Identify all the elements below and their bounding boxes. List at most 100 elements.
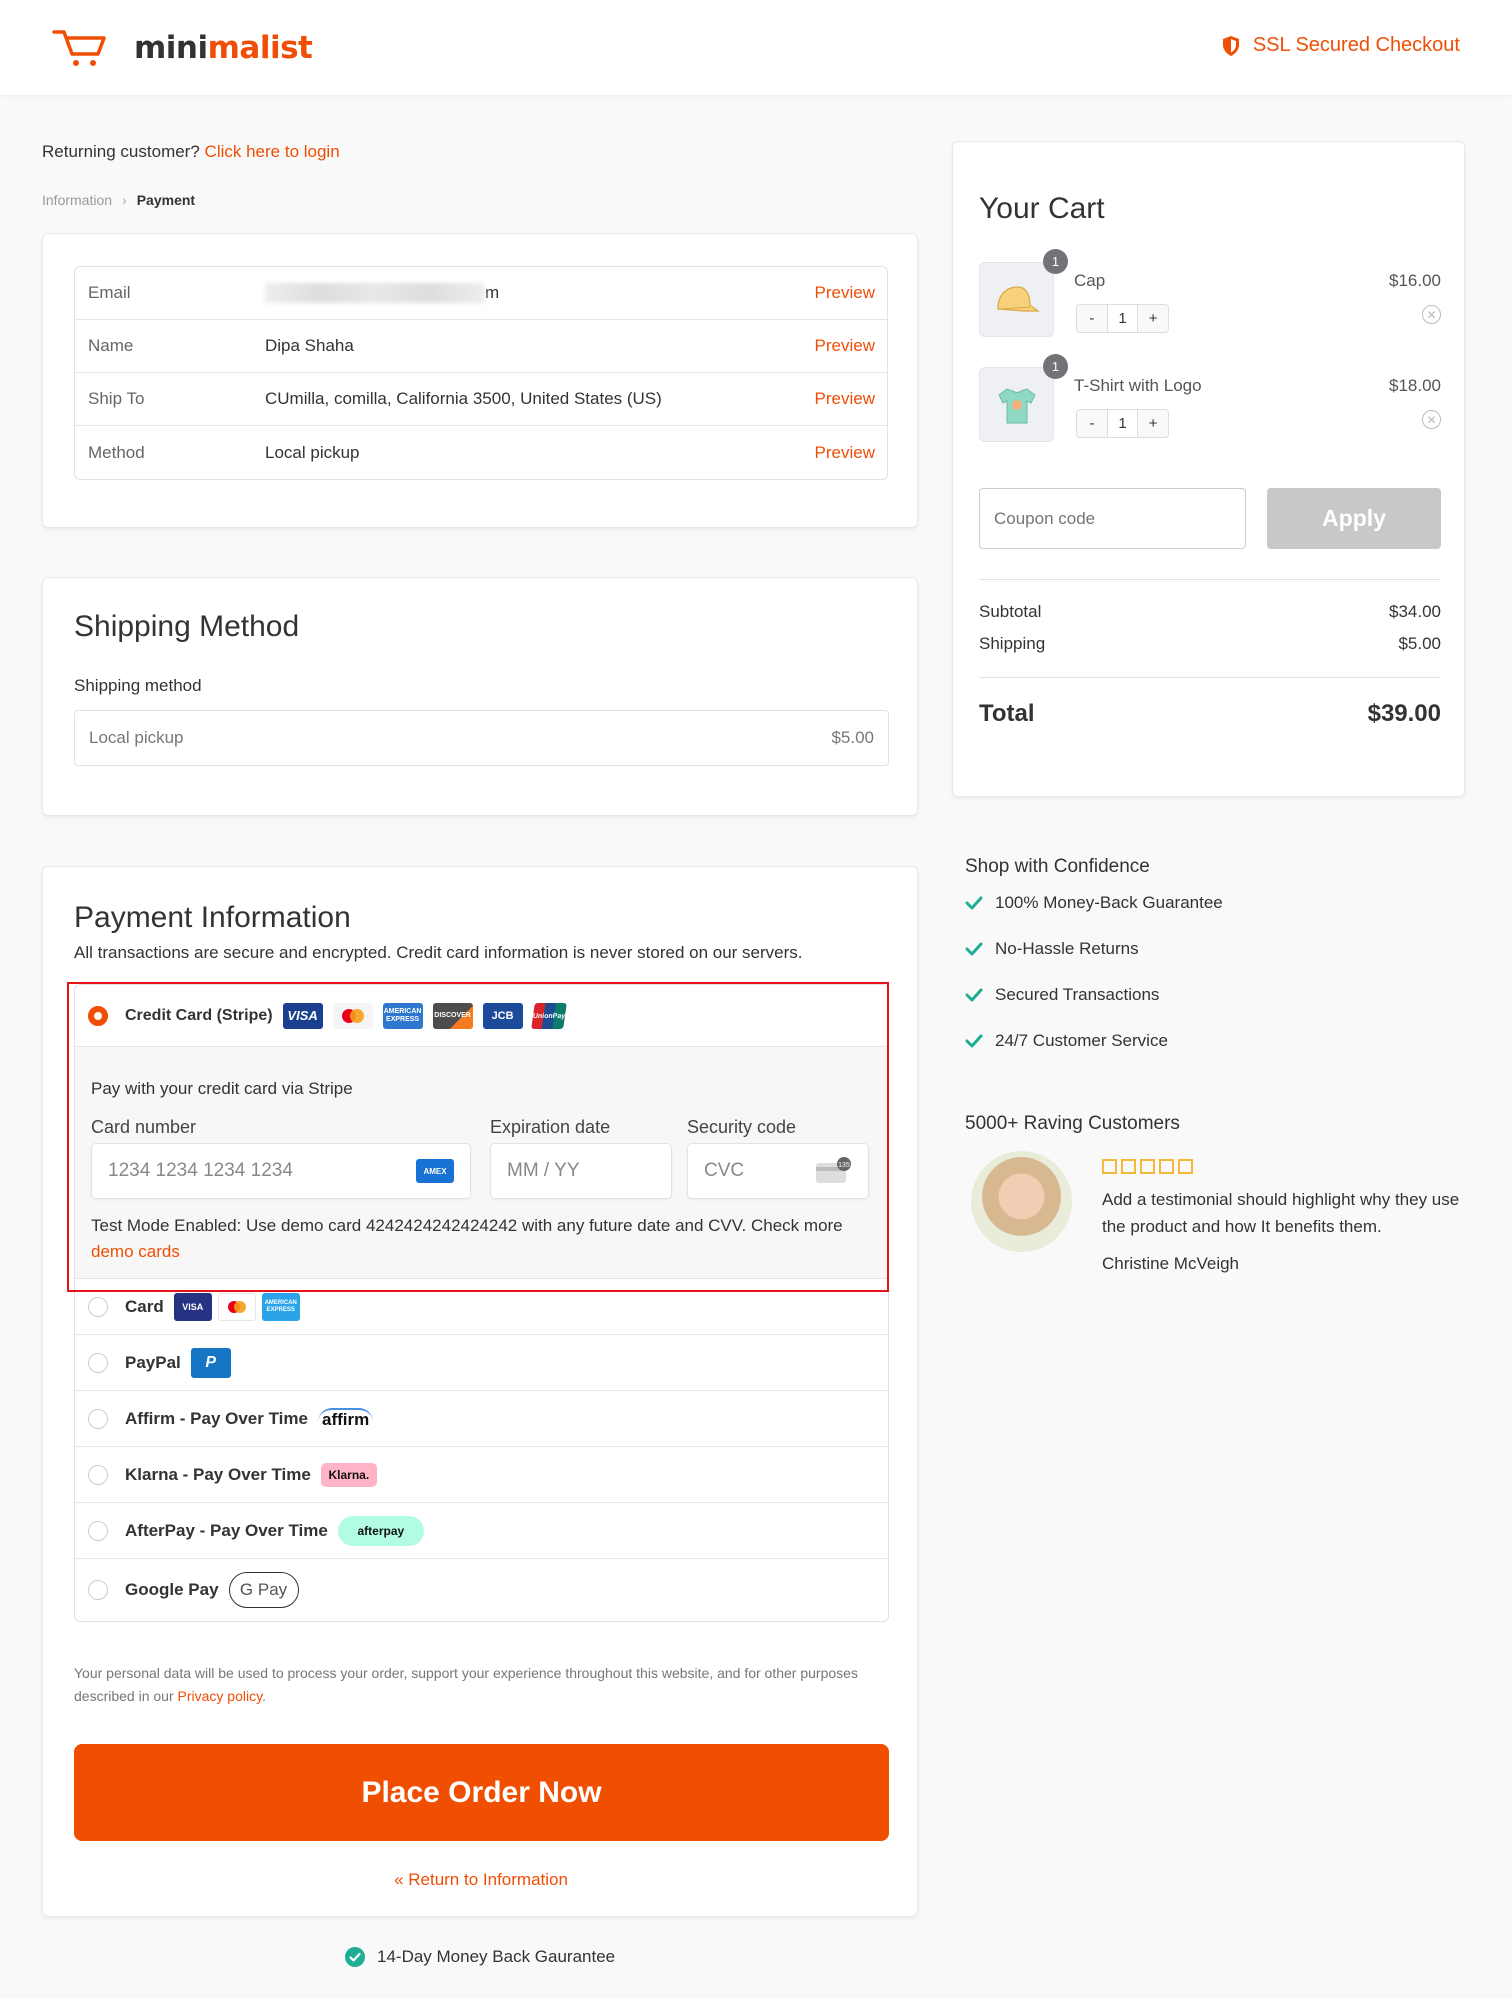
cart-item: 1 Cap $16.00 - 1 + ✕ [979, 249, 1441, 338]
confidence-item: 24/7 Customer Service [965, 1031, 1168, 1051]
confidence-text: Secured Transactions [995, 985, 1160, 1004]
shipping-method-card: Shipping Method Shipping method Local pi… [42, 577, 918, 816]
item-name: Cap [1074, 271, 1106, 290]
confidence-item: 100% Money-Back Guarantee [965, 893, 1223, 913]
check-icon [965, 942, 983, 956]
visa-icon: VISA [173, 1292, 212, 1321]
preview-name-link[interactable]: Preview [815, 336, 875, 356]
return-to-information-link[interactable]: « Return to Information [43, 1870, 919, 1890]
star-icon [1102, 1159, 1117, 1174]
info-value: Dipa Shaha [265, 336, 354, 355]
breadcrumb: Information › Payment [42, 192, 195, 208]
payment-methods: Credit Card (Stripe) VISA AMERICAN EXPRES… [74, 984, 889, 1622]
confidence-text: 24/7 Customer Service [995, 1031, 1168, 1050]
klarna-logo-icon: Klarna. [320, 1462, 377, 1487]
privacy-policy-link[interactable]: Privacy policy [178, 1688, 263, 1704]
method-label: Affirm - Pay Over Time [125, 1408, 308, 1428]
affirm-radio[interactable] [88, 1408, 108, 1429]
subtotal-value: $34.00 [1389, 602, 1441, 621]
quantity-value[interactable]: 1 [1106, 305, 1139, 332]
paypal-radio[interactable] [88, 1352, 108, 1373]
increase-button[interactable]: + [1138, 410, 1168, 437]
mastercard-icon [332, 1002, 373, 1029]
increase-button[interactable]: + [1138, 305, 1168, 332]
method-label: Klarna - Pay Over Time [125, 1464, 311, 1484]
logo[interactable]: minimalist [52, 28, 313, 68]
decrease-button[interactable]: - [1077, 410, 1107, 437]
expiry-placeholder: MM / YY [507, 1160, 580, 1181]
preview-ship-to-link[interactable]: Preview [815, 389, 875, 409]
method-affirm[interactable]: Affirm - Pay Over Time affirm [75, 1391, 888, 1447]
cvc-input[interactable]: CVC 135 [687, 1143, 869, 1199]
method-google-pay[interactable]: Google Pay G Pay [75, 1559, 888, 1621]
check-icon [965, 896, 983, 910]
cvc-placeholder: CVC [704, 1160, 745, 1181]
method-klarna[interactable]: Klarna - Pay Over Time Klarna. [75, 1447, 888, 1503]
method-label: Card [125, 1296, 164, 1316]
preview-method-link[interactable]: Preview [815, 443, 875, 463]
brand-name: minimalist [134, 30, 313, 66]
info-value: CUmilla, comilla, California 3500, Unite… [265, 389, 662, 408]
preview-email-link[interactable]: Preview [815, 283, 875, 303]
shipping-method-label: Shipping method [74, 676, 202, 695]
quantity-badge: 1 [1043, 354, 1068, 379]
confidence-text: No-Hassle Returns [995, 939, 1139, 958]
returning-customer: Returning customer? Click here to login [42, 142, 340, 162]
breadcrumb-information[interactable]: Information [42, 192, 112, 208]
info-row-name: Name Dipa Shaha Preview [75, 320, 887, 373]
ssl-label: SSL Secured Checkout [1252, 34, 1460, 56]
shipping-option[interactable]: Local pickup $5.00 [74, 710, 889, 766]
tshirt-image [979, 367, 1054, 442]
divider [979, 579, 1441, 580]
check-icon [965, 1034, 983, 1048]
confidence-item: No-Hassle Returns [965, 939, 1139, 959]
brand-name-part2: malist [207, 30, 313, 66]
privacy-notice: Your personal data will be used to proce… [74, 1665, 858, 1704]
info-row-method: Method Local pickup Preview [75, 426, 887, 479]
method-afterpay[interactable]: AfterPay - Pay Over Time afterpay [75, 1503, 888, 1559]
place-order-button[interactable]: Place Order Now [74, 1744, 889, 1841]
demo-cards-link[interactable]: demo cards [91, 1242, 180, 1261]
card-number-label: Card number [91, 1117, 197, 1137]
method-paypal[interactable]: PayPal P [75, 1335, 888, 1391]
total-value: $39.00 [1367, 700, 1441, 727]
decrease-button[interactable]: - [1077, 305, 1107, 332]
info-value: m [265, 283, 887, 304]
check-circle-icon [345, 1947, 365, 1967]
confidence-title: Shop with Confidence [965, 856, 1150, 877]
google-pay-radio[interactable] [88, 1580, 108, 1600]
login-link[interactable]: Click here to login [205, 142, 340, 161]
remove-item-icon[interactable]: ✕ [1422, 410, 1441, 429]
remove-item-icon[interactable]: ✕ [1422, 305, 1441, 324]
redacted-email [265, 283, 485, 304]
expiry-input[interactable]: MM / YY [490, 1143, 672, 1199]
card-number-input[interactable]: 1234 1234 1234 1234 AMEX [91, 1143, 471, 1199]
cvc-label: Security code [687, 1117, 797, 1137]
method-label: Google Pay [125, 1580, 219, 1599]
cart-title: Your Cart [979, 192, 1105, 225]
cap-image [979, 262, 1054, 337]
money-back-guarantee: 14-Day Money Back Gaurantee [345, 1947, 615, 1967]
klarna-radio[interactable] [88, 1464, 108, 1485]
customer-info-card: Email m Preview Name Dipa Shaha Preview … [42, 233, 918, 528]
afterpay-radio[interactable] [88, 1520, 108, 1541]
info-label: Method [88, 442, 145, 462]
stripe-radio[interactable] [88, 1005, 108, 1026]
site-header: minimalist SSL Secured Checkout [0, 0, 1512, 95]
method-card[interactable]: Card VISA AMERICAN EXPRESS [75, 1279, 888, 1335]
test-mode-notice: Test Mode Enabled: Use demo card 4242424… [91, 1213, 881, 1265]
info-value: Local pickup [265, 442, 360, 462]
subtotal-label: Subtotal [979, 602, 1042, 621]
apply-coupon-button[interactable]: Apply [1267, 488, 1441, 549]
total-label: Total [979, 700, 1035, 727]
quantity-value[interactable]: 1 [1106, 410, 1139, 437]
check-icon [965, 988, 983, 1002]
coupon-input[interactable] [979, 488, 1246, 549]
svg-text:135: 135 [838, 1162, 850, 1169]
card-radio[interactable] [88, 1296, 108, 1317]
guarantee-text: 14-Day Money Back Gaurantee [377, 1947, 616, 1966]
method-stripe[interactable]: Credit Card (Stripe) VISA AMERICAN EXPRES… [75, 985, 888, 1047]
afterpay-logo-icon: afterpay [337, 1515, 424, 1546]
testimonial-author: Christine McVeigh [1102, 1254, 1240, 1273]
breadcrumb-payment: Payment [136, 192, 196, 208]
